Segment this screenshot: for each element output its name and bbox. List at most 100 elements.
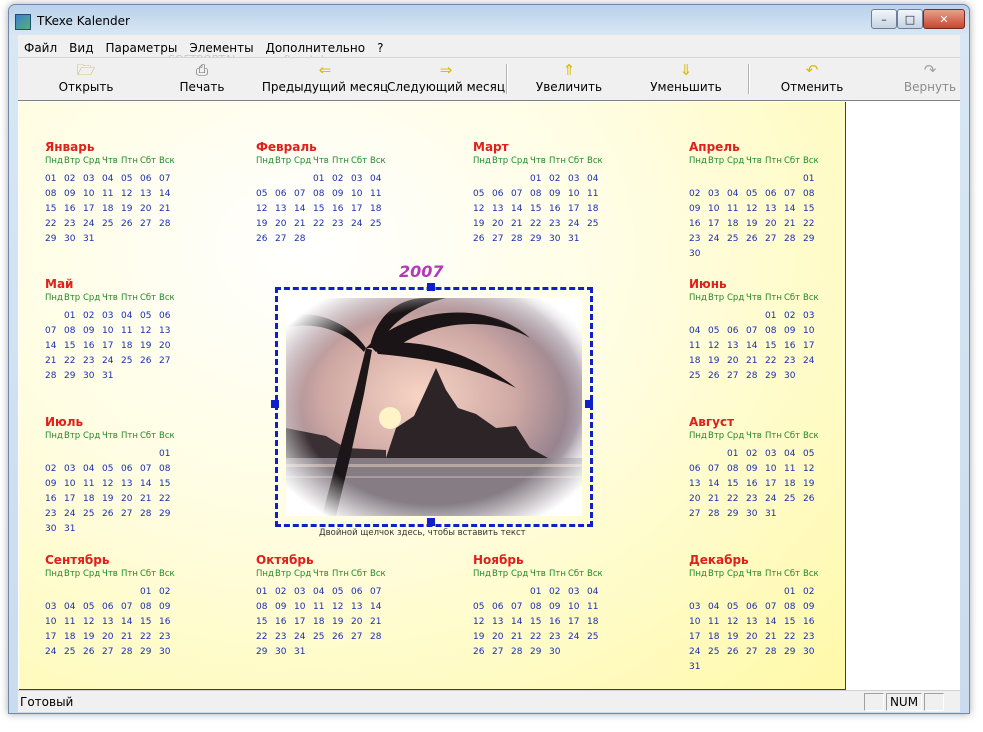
day-cell: [64, 447, 83, 462]
week-row: 12 13 14 15 16 17 18: [473, 202, 653, 217]
weekday-label: Сбт: [351, 156, 368, 166]
day-cell: 04: [689, 326, 701, 336]
day-cell: 11: [102, 189, 114, 199]
month-block[interactable]: Январь Пнд Втр Срд Чтв Птн Сбт Вск 01 02 03 04 05 06 0…: [45, 140, 225, 247]
day-cell: 22: [45, 219, 57, 229]
weekday-label: Срд: [83, 293, 101, 303]
month-block[interactable]: Июль Пнд Втр Срд Чтв Птн Сбт Вск 01 02 03 04 05 06 07 0…: [45, 415, 225, 537]
month-block[interactable]: Февраль Пнд Втр Срд Чтв Птн Сбт Вск 01 02 03 04 05 06…: [256, 140, 436, 247]
day-cell: [746, 247, 765, 262]
printer-icon: ⎙: [195, 61, 208, 79]
day-grid: 01 02 03 04 05 06 07 08 09 10 11 12 13 14 15 16 17 18 19 20…: [45, 309, 225, 384]
open-button[interactable]: 🗁 Открыть: [48, 60, 124, 98]
maximize-button[interactable]: □: [897, 9, 923, 29]
menu-view[interactable]: Вид: [63, 40, 99, 56]
month-block[interactable]: Июнь Пнд Втр Срд Чтв Птн Сбт Вск 01 02 03 04 05 06 07 0…: [689, 277, 845, 384]
redo-button[interactable]: ↷ Вернуть: [894, 60, 966, 98]
day-cell: 12: [473, 204, 485, 214]
day-cell: 05: [803, 449, 815, 459]
day-cell: 22: [140, 632, 152, 642]
day-cell: 18: [708, 632, 720, 642]
month-block[interactable]: Октябрь Пнд Втр Срд Чтв Птн Сбт Вск 01 02 03 04 05 06…: [256, 553, 436, 660]
weekday-label: Пнд: [473, 156, 491, 166]
day-cell: 01: [727, 449, 739, 459]
day-cell: 12: [256, 204, 268, 214]
year-label[interactable]: 2007: [399, 262, 444, 281]
day-cell: 02: [83, 311, 95, 321]
resize-handle-bottom[interactable]: [427, 518, 435, 526]
weekday-label: Вск: [587, 569, 603, 579]
weekday-label: Пнд: [473, 569, 491, 579]
menu-help[interactable]: ?: [371, 40, 389, 56]
photo-hint[interactable]: Двойной щелчок здесь, чтобы вставить тек…: [319, 528, 526, 538]
weekday-label: Чтв: [746, 293, 762, 303]
resize-handle-right[interactable]: [585, 400, 593, 408]
day-cell: [159, 522, 178, 537]
day-cell: 28: [746, 371, 758, 381]
weekday-label: Пнд: [689, 156, 707, 166]
day-cell: [121, 369, 140, 384]
day-cell: [473, 585, 492, 600]
day-cell: 06: [275, 189, 287, 199]
day-cell: 19: [473, 632, 485, 642]
day-cell: 04: [587, 587, 599, 597]
day-cell: 15: [64, 341, 76, 351]
month-block[interactable]: Сентябрь Пнд Втр Срд Чтв Птн Сбт Вск 01 02 03 04 05 0…: [45, 553, 225, 660]
day-cell: 11: [587, 602, 599, 612]
weekday-header: Пнд Втр Срд Чтв Птн Сбт Вск: [45, 567, 225, 581]
month-block[interactable]: Декабрь Пнд Втр Срд Чтв Птн Сбт Вск 01 02 03 04 05 06…: [689, 553, 845, 675]
calendar-photo[interactable]: [286, 298, 582, 516]
day-cell: 04: [370, 174, 382, 184]
month-block[interactable]: Май Пнд Втр Срд Чтв Птн Сбт Вск 01 02 03 04 05 06 07 08…: [45, 277, 225, 384]
menu-file[interactable]: Файл: [18, 40, 63, 56]
day-cell: 06: [102, 602, 114, 612]
print-button[interactable]: ⎙ Печать: [166, 60, 238, 98]
close-button[interactable]: ✕: [923, 9, 965, 29]
toolbar-separator: [506, 64, 508, 94]
prev-month-button[interactable]: ⇐ Предыдущий месяц: [262, 60, 388, 98]
day-cell: 15: [765, 341, 777, 351]
month-block[interactable]: Ноябрь Пнд Втр Срд Чтв Птн Сбт Вск 01 02 03 04 05 06 0…: [473, 553, 653, 660]
weekday-label: Срд: [294, 156, 312, 166]
weekday-label: Срд: [727, 569, 745, 579]
undo-button[interactable]: ↶ Отменить: [774, 60, 850, 98]
day-cell: 21: [765, 632, 777, 642]
resize-handle-left[interactable]: [271, 400, 279, 408]
day-cell: 13: [102, 617, 114, 627]
month-name: Май: [45, 277, 74, 291]
day-cell: 01: [530, 174, 542, 184]
day-cell: 08: [64, 326, 76, 336]
zoom-out-button[interactable]: ⇓ Уменьшить: [644, 60, 728, 98]
title-bar[interactable]: TKexe Kalender – □ ✕: [9, 5, 969, 35]
month-name: Апрель: [689, 140, 740, 154]
calendar-page[interactable]: Январь Пнд Втр Срд Чтв Птн Сбт Вск 01 02 03 04 05 06 0…: [19, 102, 846, 690]
weekday-label: Птн: [121, 293, 138, 303]
month-block[interactable]: Март Пнд Втр Срд Чтв Птн Сбт Вск 01 02 03 04 05 06 07 0…: [473, 140, 653, 247]
day-cell: 10: [351, 189, 363, 199]
zoom-in-button[interactable]: ⇑ Увеличить: [528, 60, 610, 98]
day-cell: 26: [102, 509, 114, 519]
day-cell: 17: [803, 341, 815, 351]
day-cell: 16: [689, 219, 701, 229]
week-row: 01 02 03 04: [256, 172, 436, 187]
month-block[interactable]: Апрель Пнд Втр Срд Чтв Птн Сбт Вск 01 02 03 04 05 06 0…: [689, 140, 845, 262]
day-cell: 18: [83, 494, 95, 504]
day-cell: [746, 172, 765, 187]
day-cell: 13: [727, 341, 739, 351]
day-cell: 20: [492, 219, 504, 229]
day-cell: 03: [294, 587, 306, 597]
day-cell: 25: [708, 647, 720, 657]
day-cell: 20: [102, 632, 114, 642]
document-view[interactable]: Январь Пнд Втр Срд Чтв Птн Сбт Вск 01 02 03 04 05 06 0…: [18, 100, 960, 690]
photo-selection[interactable]: [275, 287, 593, 527]
week-row: 02 03 04 05 06 07 08: [689, 187, 845, 202]
minimize-button[interactable]: –: [871, 9, 897, 29]
resize-handle-top[interactable]: [427, 283, 435, 291]
weekday-label: Чтв: [746, 431, 762, 441]
month-block[interactable]: Август Пнд Втр Срд Чтв Птн Сбт Вск 01 02 03 04 05 06 0…: [689, 415, 845, 522]
day-cell: 04: [784, 449, 796, 459]
day-cell: [159, 369, 178, 384]
day-cell: 10: [689, 617, 701, 627]
next-month-button[interactable]: ⇒ Следующий месяц: [387, 60, 505, 98]
day-cell: 03: [765, 449, 777, 459]
